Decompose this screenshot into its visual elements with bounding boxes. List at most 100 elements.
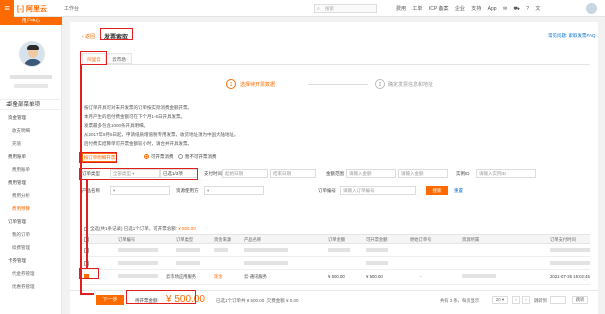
cell-fund-source: 现金	[214, 274, 223, 279]
redacted-cell	[176, 261, 200, 265]
product-name-label: 产品名称	[82, 188, 100, 193]
redacted-cell	[118, 261, 158, 265]
main-panel: ‹ 返回 发票索取 常见问题: 索取发票FAQ 阿里云 云市场 1 选择待开票数…	[70, 22, 598, 314]
sidebar-item[interactable]: 费用账单	[12, 167, 30, 173]
header-checkbox[interactable]	[84, 237, 89, 242]
sidebar-item[interactable]: 续费管理	[12, 245, 30, 251]
action-footer: 下一步 待开票金额: ¥ 500.00 已选1个订单共 ¥ 500.00 ,欠费…	[70, 290, 598, 307]
row-checkbox[interactable]	[84, 261, 89, 266]
tab-aliyun[interactable]: 阿里云	[82, 53, 106, 64]
amount-min-input[interactable]: 请输入金额	[346, 169, 396, 178]
page-title: 发票索取	[104, 35, 129, 41]
notice-line: 后付费实结算单可开票金额较小时，请合并开具发票。	[84, 141, 192, 146]
sidebar: 用户中心 ☰ 全部菜单项 首页 资金管理 收支明细 充值 费用账单 费用账单 费用管理 费用分…	[0, 17, 62, 314]
sidebar-item[interactable]: 优惠券管理	[12, 284, 35, 290]
th-resource-owner: 资源所属	[462, 237, 480, 242]
page-size-select[interactable]: 20 ▾	[492, 296, 508, 304]
redacted-cell	[118, 248, 158, 252]
sidebar-item[interactable]: 费用预算	[12, 206, 30, 212]
radio-not-invoiceable-label: 暂不可开票消费	[185, 154, 217, 159]
next-step-button[interactable]: 下一步	[96, 295, 124, 305]
product-name-select[interactable]: ▾	[110, 186, 170, 195]
step-2-number: 2	[375, 79, 385, 89]
sidebar-item[interactable]: 资金管理	[8, 115, 26, 121]
resource-user-label: 资源使用方	[176, 188, 199, 193]
redacted-cell	[550, 261, 590, 265]
tab-cloud-market[interactable]: 云市场	[106, 53, 132, 64]
table-row-selected[interactable]: 云市场应用服务 现金 云·通讯服务 ¥ 500.00 ¥ 500.00 - 20…	[80, 270, 590, 285]
nav-fee[interactable]: 费用	[396, 6, 406, 12]
cell-pay-time: 2021-07-26 15:02:45	[550, 274, 590, 279]
cell-order-amount: ¥ 500.00	[328, 274, 345, 279]
tab-divider	[80, 64, 590, 65]
sidebar-item[interactable]: 我的订单	[12, 232, 30, 238]
sidebar-item[interactable]: 收支明细	[12, 128, 30, 134]
help-icon[interactable]: ?	[526, 6, 529, 12]
sidebar-item[interactable]: 代金券管理	[12, 271, 35, 277]
nav-ticket[interactable]: 工单	[412, 6, 422, 12]
sidebar-item[interactable]: 订单管理	[8, 219, 26, 225]
goto-page-input[interactable]	[550, 296, 566, 304]
table-header: 订单编号 订单类型 资金来源 产品名称 订单金额 可开票金额 原始订单号 资源所…	[80, 234, 590, 244]
step-1-number: 1	[226, 79, 236, 89]
resource-user-select[interactable]: ▾	[204, 186, 264, 195]
nav-app[interactable]: App	[488, 6, 497, 12]
sidebar-item[interactable]: 首页	[8, 101, 17, 107]
nav-support[interactable]: 支持	[471, 6, 481, 12]
reset-link[interactable]: 重置	[454, 188, 463, 194]
instance-id-label: 实例ID	[456, 171, 470, 176]
sidebar-item[interactable]: 充值	[12, 141, 21, 147]
redacted-cell	[244, 261, 288, 265]
pager-next-button[interactable]: ›	[522, 296, 530, 304]
amount-range-label: 金额范围	[326, 171, 344, 176]
order-detail-mode-button[interactable]: 按订单明细开票	[82, 153, 117, 162]
notice-line: 从2017年9月5日起，申请纸质增值税专用发票，收货地址须为中国大陆地址。	[84, 132, 239, 137]
sidebar-item[interactable]: 费用账单	[8, 154, 26, 160]
pager-prev-button[interactable]: ‹	[512, 296, 520, 304]
radio-not-invoiceable[interactable]: 暂不可开票消费	[178, 154, 217, 160]
goto-button[interactable]: 跳转	[572, 296, 588, 304]
redacted-cell	[176, 248, 200, 252]
order-type-select[interactable]: 全部类型 ▾	[110, 169, 160, 178]
instance-id-input[interactable]: 请输入实例ID	[476, 169, 536, 178]
avatar	[19, 41, 45, 67]
redacted-cell	[366, 261, 388, 265]
order-type-label: 订单类型	[82, 171, 100, 176]
search-placeholder: 搜索	[325, 6, 334, 11]
search-input[interactable]: ⌕ 搜索	[314, 4, 377, 13]
workbench-link[interactable]: 工作台	[64, 5, 79, 12]
nav-icp[interactable]: ICP 备案	[429, 6, 449, 12]
sidebar-item[interactable]: 费用分析	[12, 193, 30, 199]
redacted-cell	[462, 274, 496, 278]
th-order-type: 订单类型	[176, 237, 194, 242]
search-button[interactable]: 搜索	[426, 186, 448, 195]
end-date-input[interactable]: 结束日期	[270, 169, 316, 178]
summary-text: 全选(共1条记录) 已选1个订单，可开票总额:	[90, 226, 178, 231]
aliyun-logo[interactable]: [-] 阿里云	[17, 4, 47, 14]
total-records: 共有 3 条，每页显示	[440, 298, 480, 303]
row-checkbox-checked[interactable]	[84, 274, 89, 279]
back-link[interactable]: ‹ 返回	[82, 33, 95, 40]
faq-link[interactable]: 常见问题: 索取发票FAQ	[548, 33, 596, 39]
cell-original-order: -	[420, 274, 422, 279]
cart-icon[interactable]: ⛟	[514, 6, 520, 12]
amount-max-input[interactable]: 请输入金额	[398, 169, 448, 178]
select-all-checkbox[interactable]	[84, 227, 88, 231]
goto-label: 跳转到	[534, 298, 547, 303]
language-icon[interactable]: 文	[535, 6, 540, 12]
nav-enterprise[interactable]: 企业	[455, 6, 465, 12]
radio-invoiceable[interactable]: 可开票消费	[144, 154, 174, 160]
message-icon[interactable]: ✉	[503, 6, 507, 12]
table-row[interactable]	[80, 244, 590, 257]
sidebar-item[interactable]: 卡券管理	[8, 258, 26, 264]
user-avatar[interactable]	[586, 3, 597, 14]
order-number-input[interactable]: 请输入订单编号	[340, 186, 416, 195]
step-2-label: 确定发票信息和地址	[388, 82, 434, 88]
sidebar-item[interactable]: 费用管理	[8, 180, 26, 186]
start-date-input[interactable]: 起始日期	[222, 169, 268, 178]
table-row[interactable]	[80, 257, 590, 270]
th-pay-time: 订单支付时间	[550, 237, 576, 242]
menu-icon[interactable]: ≡	[0, 0, 14, 17]
th-product: 产品名称	[244, 237, 262, 242]
row-checkbox[interactable]	[84, 248, 89, 253]
